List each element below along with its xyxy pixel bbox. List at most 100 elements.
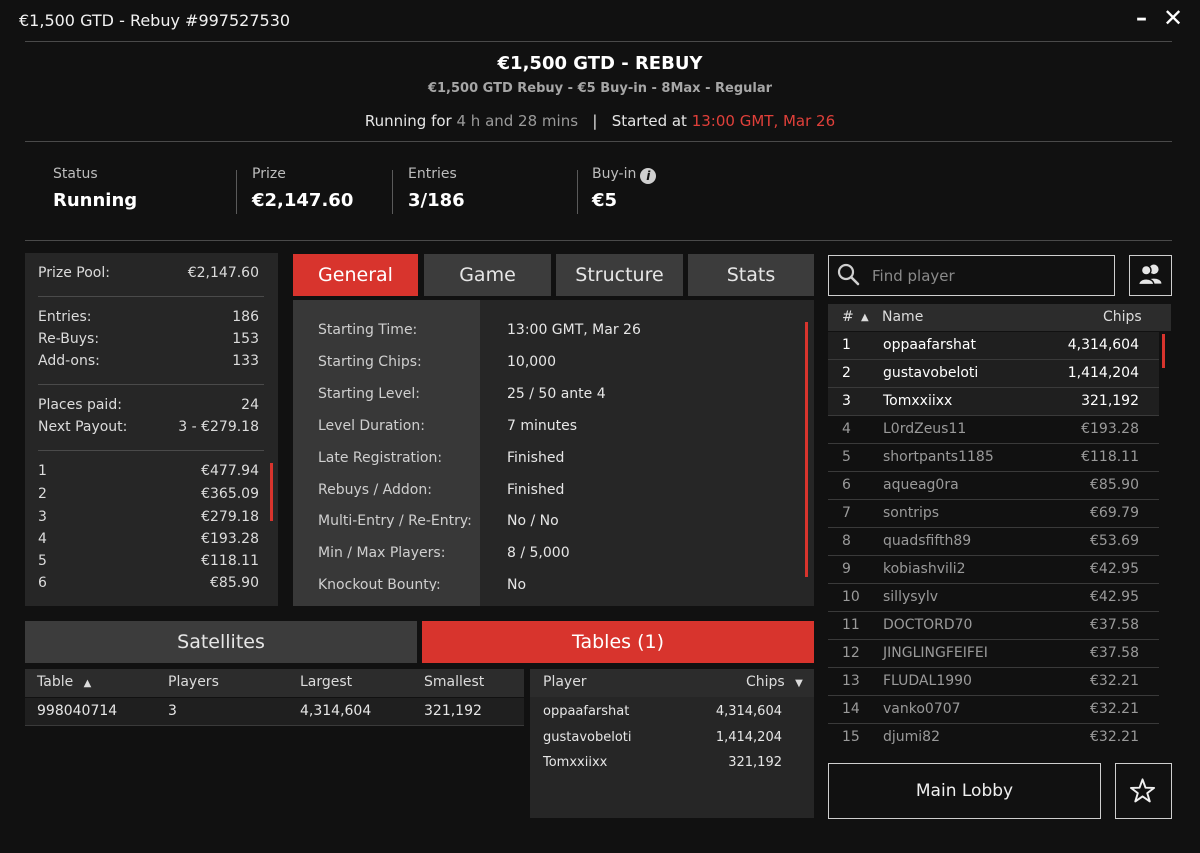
table-row[interactable]: 998040714 3 4,314,604 321,192 <box>25 698 524 726</box>
player-rank: 7 <box>842 505 851 521</box>
payout-row: 3 €279.18 <box>38 509 259 525</box>
tab-tables[interactable]: Tables (1) <box>422 621 814 663</box>
tab-game[interactable]: Game <box>424 254 551 296</box>
payout-amount: €279.18 <box>201 509 259 525</box>
payout-place: 2 <box>38 486 47 502</box>
general-label: Starting Chips: <box>318 354 422 370</box>
col-name[interactable]: Name <box>882 309 923 325</box>
buyin-value: €5 <box>592 190 618 211</box>
player-row[interactable]: 7 sontrips €69.79 <box>828 500 1159 528</box>
table-players: 3 <box>168 703 177 719</box>
player-prize: €193.28 <box>1081 421 1139 437</box>
places-row: Places paid: 24 <box>38 397 259 413</box>
player-rank: 6 <box>842 477 851 493</box>
table-smallest: 321,192 <box>424 703 482 719</box>
table-largest: 4,314,604 <box>300 703 372 719</box>
general-label: Rebuys / Addon: <box>318 482 432 498</box>
divider <box>38 450 264 451</box>
player-prize: €32.21 <box>1090 673 1139 689</box>
col-table-label: Table <box>37 674 74 690</box>
friends-button[interactable] <box>1129 255 1172 296</box>
list-item[interactable]: oppaafarshat <box>543 704 629 719</box>
rebuys-value: 153 <box>232 331 259 347</box>
prize-pool-value: €2,147.60 <box>187 265 259 281</box>
info-icon[interactable]: i <box>640 168 657 184</box>
payout-place: 1 <box>38 463 47 479</box>
prize-panel: Prize Pool: €2,147.60 Entries: 186 Re-Bu… <box>25 253 278 606</box>
table-id: 998040714 <box>37 703 118 719</box>
player-prize: €118.11 <box>1081 449 1139 465</box>
tournament-subtitle: €1,500 GTD Rebuy - €5 Buy-in - 8Max - Re… <box>427 81 773 96</box>
search-icon <box>837 263 860 286</box>
payout-place: 6 <box>38 575 47 591</box>
player-row[interactable]: 9 kobiashvili2 €42.95 <box>828 556 1159 584</box>
general-value: Finished <box>507 450 565 466</box>
col-chips[interactable]: Chips ▼ <box>746 674 803 690</box>
col-smallest[interactable]: Smallest <box>424 674 484 690</box>
col-num[interactable]: # <box>842 309 854 325</box>
favorite-button[interactable] <box>1115 763 1172 819</box>
list-item-chips: 1,414,204 <box>715 730 782 745</box>
col-players[interactable]: Players <box>168 674 219 690</box>
general-label: Multi-Entry / Re-Entry: <box>318 513 472 529</box>
player-row[interactable]: 13 FLUDAL1990 €32.21 <box>828 668 1159 696</box>
users-icon <box>1137 264 1162 286</box>
list-item[interactable]: Tomxxiixx <box>543 755 607 770</box>
player-row[interactable]: 5 shortpants1185 €118.11 <box>828 444 1159 472</box>
main-lobby-button[interactable]: Main Lobby <box>828 763 1101 819</box>
entries-label: Entries <box>408 166 457 182</box>
divider <box>38 296 264 297</box>
player-name: djumi82 <box>883 729 940 745</box>
payout-place: 5 <box>38 553 47 569</box>
player-rank: 3 <box>842 393 851 409</box>
general-label: Starting Time: <box>318 322 418 338</box>
col-chips[interactable]: Chips <box>1103 309 1142 325</box>
player-row[interactable]: 12 JINGLINGFEIFEI €37.58 <box>828 640 1159 668</box>
tab-structure[interactable]: Structure <box>556 254 683 296</box>
player-row[interactable]: 11 DOCTORD70 €37.58 <box>828 612 1159 640</box>
table-players-header: Player Chips ▼ <box>530 669 814 697</box>
search-input[interactable] <box>872 264 1107 288</box>
player-row[interactable]: 6 aqueag0ra €85.90 <box>828 472 1159 500</box>
player-row[interactable]: 15 djumi82 €32.21 <box>828 724 1159 752</box>
player-rank: 12 <box>842 645 860 661</box>
next-payout-value: 3 - €279.18 <box>178 419 259 435</box>
player-row[interactable]: 4 L0rdZeus11 €193.28 <box>828 416 1159 444</box>
tables-header: Table ▲ Players Largest Smallest <box>25 669 524 697</box>
player-name: FLUDAL1990 <box>883 673 972 689</box>
col-table[interactable]: Table ▲ <box>37 674 91 690</box>
tab-stats[interactable]: Stats <box>688 254 814 296</box>
started-prefix: Started at <box>611 112 687 130</box>
window-title: €1,500 GTD - Rebuy #997527530 <box>19 11 291 30</box>
player-row[interactable]: 1 oppaafarshat 4,314,604 <box>828 332 1159 360</box>
player-name: gustavobeloti <box>883 365 979 381</box>
col-largest[interactable]: Largest <box>300 674 352 690</box>
minimize-icon[interactable]: – <box>1136 6 1147 31</box>
player-row[interactable]: 3 Tomxxiixx 321,192 <box>828 388 1159 416</box>
payout-place: 4 <box>38 531 47 547</box>
tab-satellites[interactable]: Satellites <box>25 621 417 663</box>
payout-scrollbar[interactable] <box>270 463 273 521</box>
player-prize: €42.95 <box>1090 589 1139 605</box>
general-value: 10,000 <box>507 354 556 370</box>
player-name: sillysylv <box>883 589 939 605</box>
player-row[interactable]: 8 quadsfifth89 €53.69 <box>828 528 1159 556</box>
player-row[interactable]: 2 gustavobeloti 1,414,204 <box>828 360 1159 388</box>
col-player[interactable]: Player <box>543 674 587 690</box>
payout-amount: €365.09 <box>201 486 259 502</box>
tab-general[interactable]: General <box>293 254 418 296</box>
list-item[interactable]: gustavobeloti <box>543 730 632 745</box>
sort-asc-icon[interactable]: ▲ <box>861 312 869 323</box>
close-icon[interactable]: ✕ <box>1163 4 1183 32</box>
players-scrollbar[interactable] <box>1162 334 1165 368</box>
tournament-title: €1,500 GTD - REBUY <box>497 53 703 74</box>
addons-label: Add-ons: <box>38 353 100 369</box>
general-label: Starting Level: <box>318 386 420 402</box>
divider <box>38 384 264 385</box>
player-prize: €69.79 <box>1090 505 1139 521</box>
prize-label: Prize <box>252 166 286 182</box>
player-row[interactable]: 10 sillysylv €42.95 <box>828 584 1159 612</box>
player-row[interactable]: 14 vanko0707 €32.21 <box>828 696 1159 724</box>
player-prize: €42.95 <box>1090 561 1139 577</box>
general-scrollbar[interactable] <box>805 322 808 577</box>
